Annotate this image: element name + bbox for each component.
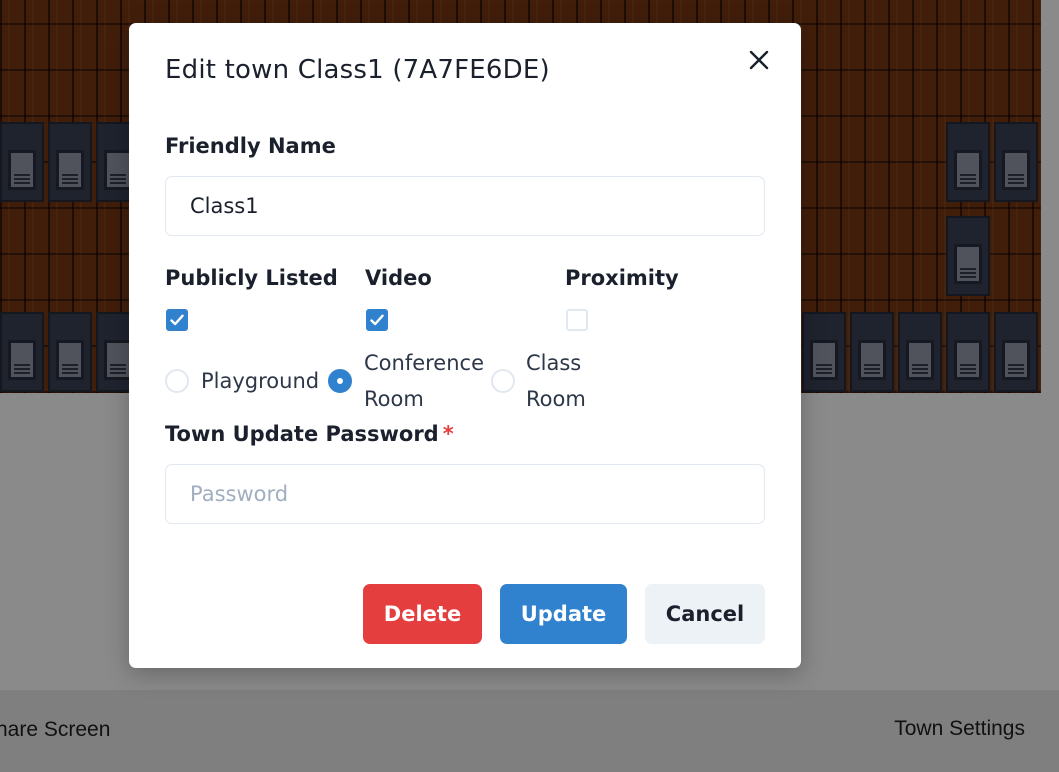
password-label: Town Update Password * bbox=[165, 422, 454, 446]
update-button[interactable]: Update bbox=[500, 584, 627, 644]
edit-town-modal: Edit town Class1 (7A7FE6DE) Friendly Nam… bbox=[129, 23, 801, 668]
check-icon bbox=[370, 314, 384, 326]
cancel-button[interactable]: Cancel bbox=[645, 584, 765, 644]
video-label: Video bbox=[365, 266, 432, 290]
proximity-checkbox[interactable] bbox=[566, 309, 588, 331]
proximity-label: Proximity bbox=[565, 266, 679, 290]
radio-playground-label[interactable]: Playground bbox=[201, 363, 319, 399]
bottom-toolbar: Share Screen Town Settings bbox=[0, 690, 1059, 772]
radio-conference-room-label[interactable]: Conference Room bbox=[364, 345, 492, 417]
close-icon bbox=[749, 50, 769, 70]
publicly-listed-label: Publicly Listed bbox=[165, 266, 338, 290]
check-icon bbox=[170, 314, 184, 326]
password-input[interactable] bbox=[165, 464, 765, 524]
delete-button[interactable]: Delete bbox=[363, 584, 482, 644]
video-checkbox[interactable] bbox=[366, 309, 388, 331]
friendly-name-input[interactable] bbox=[165, 176, 765, 236]
publicly-listed-checkbox[interactable] bbox=[166, 309, 188, 331]
radio-class-room-label[interactable]: Class Room bbox=[526, 345, 606, 417]
required-marker: * bbox=[442, 422, 454, 446]
town-settings-button[interactable]: Town Settings bbox=[894, 717, 1025, 741]
share-screen-button[interactable]: Share Screen bbox=[0, 718, 110, 742]
radio-playground[interactable] bbox=[165, 369, 189, 393]
password-label-text: Town Update Password bbox=[165, 422, 439, 446]
close-button[interactable] bbox=[741, 43, 777, 77]
friendly-name-label: Friendly Name bbox=[165, 134, 336, 158]
radio-conference-room[interactable] bbox=[328, 369, 352, 393]
modal-title: Edit town Class1 (7A7FE6DE) bbox=[165, 55, 550, 85]
radio-class-room[interactable] bbox=[491, 369, 515, 393]
